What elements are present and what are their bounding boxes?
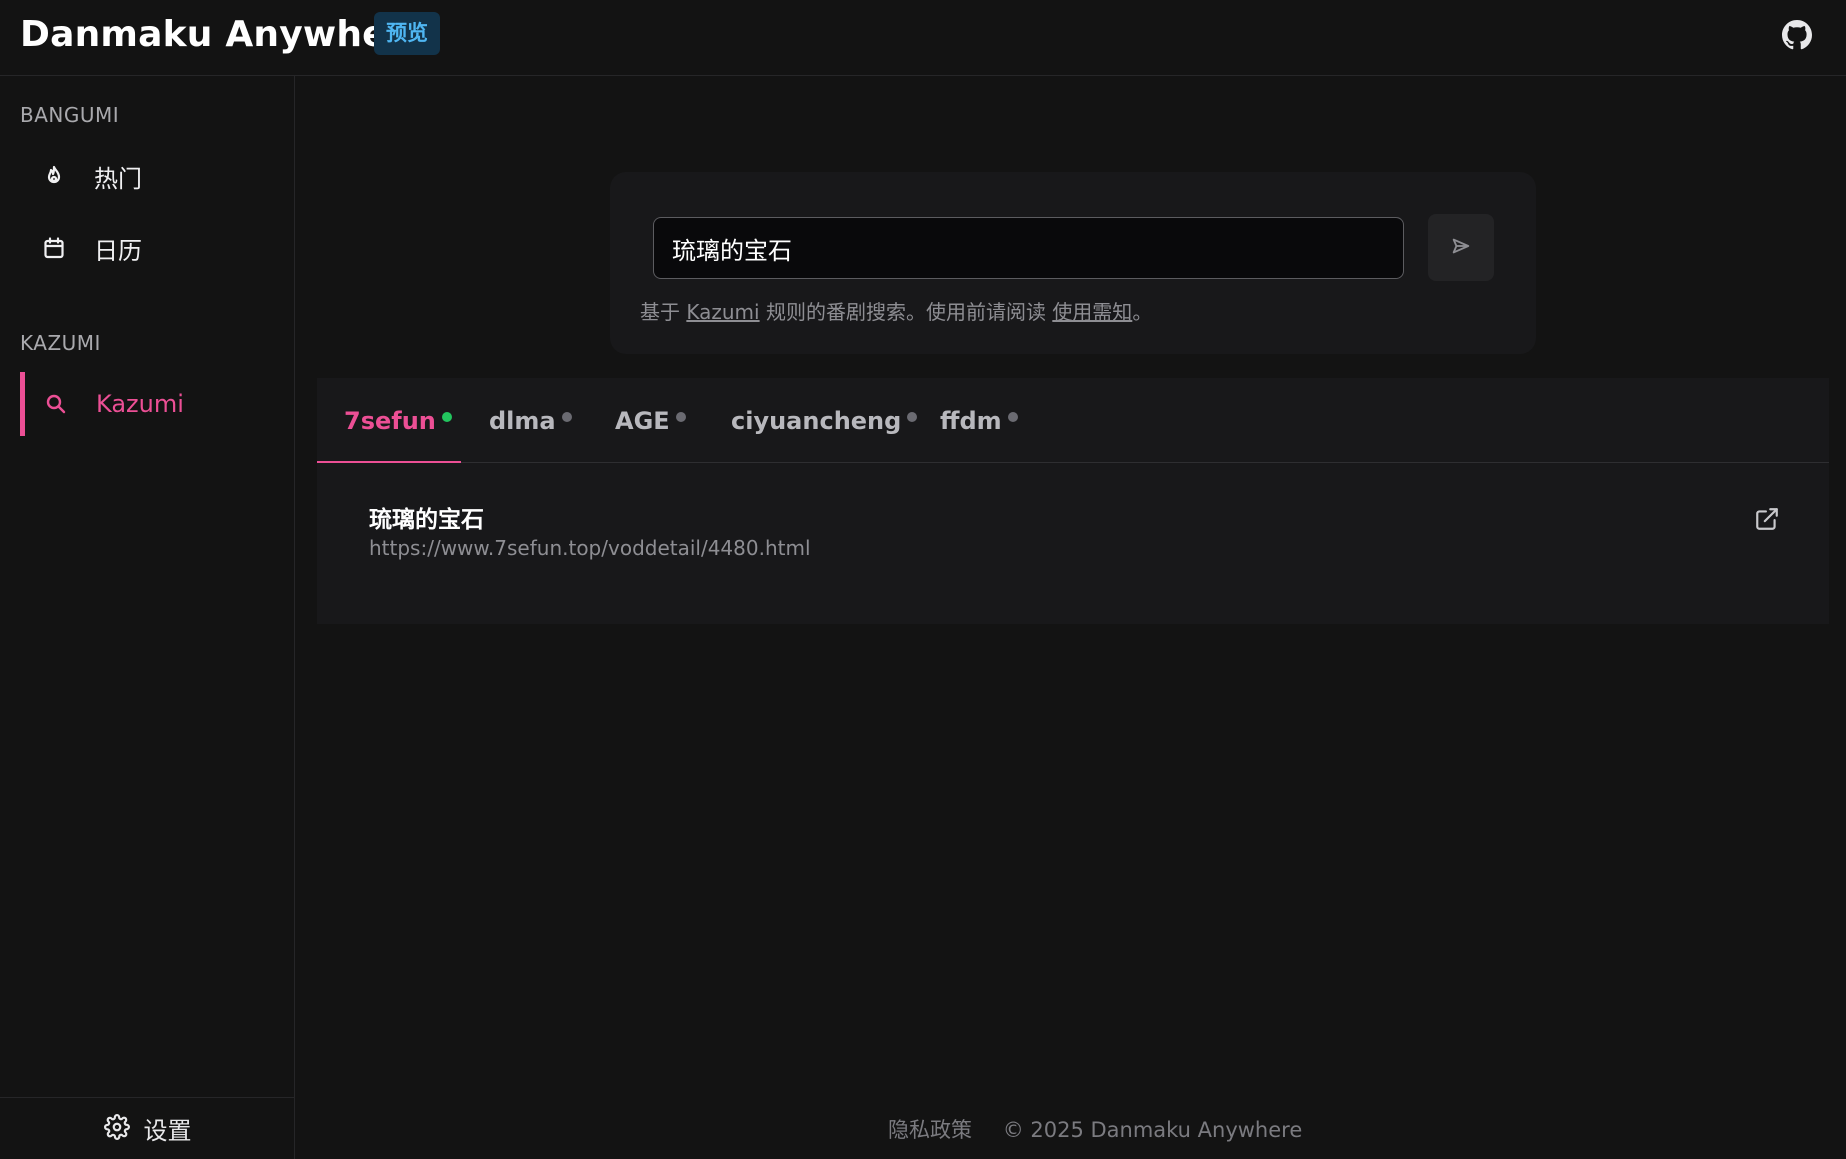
status-dot xyxy=(675,411,686,422)
tab-label: ffdm xyxy=(940,406,1002,435)
hint-text: 基于 xyxy=(640,300,680,324)
sidebar-item-label: 日历 xyxy=(94,236,142,265)
kazumi-link[interactable]: Kazumi xyxy=(686,300,759,324)
tab-label: dlma xyxy=(489,406,556,435)
hint-text: 规则的番剧搜索。使用前请阅读 xyxy=(765,300,1046,324)
hint-text: 。 xyxy=(1132,300,1153,324)
copyright: © 2025 Danmaku Anywhere xyxy=(1002,1118,1303,1142)
search-submit-button[interactable] xyxy=(1428,214,1494,281)
external-link-icon[interactable] xyxy=(1754,506,1782,534)
gear-icon xyxy=(103,1113,130,1144)
app-header: Danmaku Anywhere 预览 xyxy=(0,0,1846,76)
app-title: Danmaku Anywhere xyxy=(20,14,430,55)
preview-badge: 预览 xyxy=(374,12,440,55)
status-dot xyxy=(441,411,452,422)
tab-ciyuancheng[interactable]: ciyuancheng xyxy=(731,378,918,463)
result-url: https://www.7sefun.top/voddetail/4480.ht… xyxy=(369,536,811,560)
search-icon xyxy=(42,390,70,418)
privacy-policy-link[interactable]: 隐私政策 xyxy=(888,1118,972,1142)
sidebar-section-kazumi: KAZUMI xyxy=(20,331,101,355)
search-input[interactable] xyxy=(653,217,1404,279)
sidebar-item-label: 热门 xyxy=(94,164,142,193)
tab-label: ciyuancheng xyxy=(731,406,902,435)
status-dot xyxy=(1007,411,1018,422)
sidebar-footer: 设置 xyxy=(0,1097,295,1159)
source-tabs: 7sefun dlma AGE ciyuancheng ffdm xyxy=(317,378,1829,463)
results-card: 7sefun dlma AGE ciyuancheng ffdm 琉璃的宝石 h… xyxy=(317,378,1829,624)
status-dot xyxy=(561,411,572,422)
calendar-icon xyxy=(40,234,68,262)
sidebar-item-kazumi[interactable]: Kazumi xyxy=(20,372,275,436)
tab-label: 7sefun xyxy=(344,406,436,435)
sidebar-item-hot[interactable]: 热门 xyxy=(20,144,275,208)
usage-notice-link[interactable]: 使用需知 xyxy=(1052,300,1132,324)
sidebar: BANGUMI 热门 日历 KAZUMI Kazumi 设置 xyxy=(0,76,295,1159)
search-hint: 基于 Kazumi 规则的番剧搜索。使用前请阅读 使用需知。 xyxy=(640,296,1152,325)
tab-7sefun[interactable]: 7sefun xyxy=(344,378,452,463)
list-item[interactable]: 琉璃的宝石 https://www.7sefun.top/voddetail/4… xyxy=(317,464,1829,624)
page-footer: 隐私政策 © 2025 Danmaku Anywhere xyxy=(888,1114,1302,1144)
flame-icon xyxy=(40,162,68,190)
tab-age[interactable]: AGE xyxy=(615,378,686,463)
github-icon[interactable] xyxy=(1782,20,1812,50)
status-dot xyxy=(907,411,918,422)
tab-dlma[interactable]: dlma xyxy=(489,378,572,463)
result-title: 琉璃的宝石 xyxy=(369,507,484,533)
search-panel: 基于 Kazumi 规则的番剧搜索。使用前请阅读 使用需知。 xyxy=(610,172,1536,354)
sidebar-item-label: Kazumi xyxy=(96,390,184,418)
active-tab-indicator xyxy=(317,461,461,463)
sidebar-section-bangumi: BANGUMI xyxy=(20,103,120,127)
tab-label: AGE xyxy=(615,406,670,435)
settings-button[interactable]: 设置 xyxy=(103,1111,192,1146)
send-icon xyxy=(1450,235,1472,260)
settings-label: 设置 xyxy=(143,1117,192,1145)
tab-ffdm[interactable]: ffdm xyxy=(940,378,1018,463)
sidebar-item-calendar[interactable]: 日历 xyxy=(20,216,275,280)
